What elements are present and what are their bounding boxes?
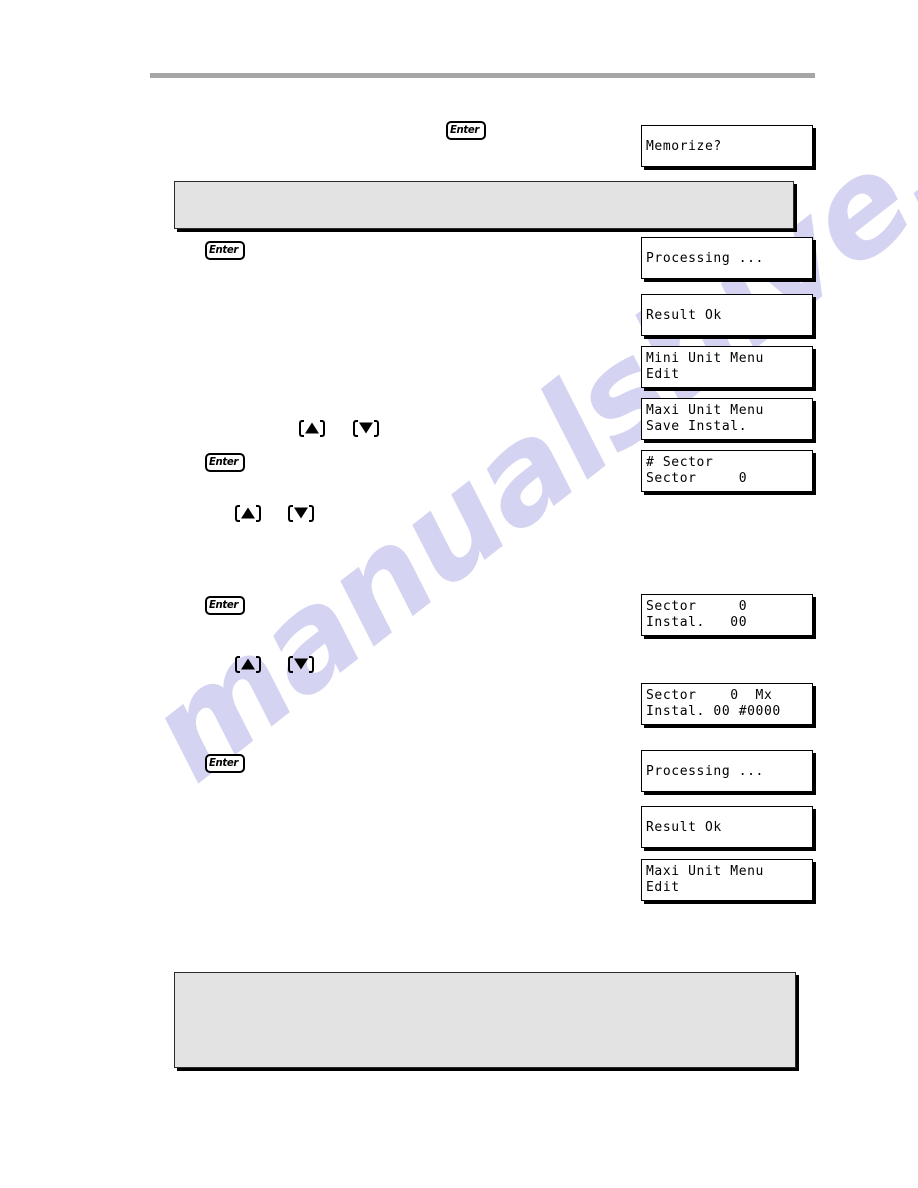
lcd-line-1: Maxi Unit Menu [646, 403, 764, 418]
lcd-display-maxi-unit-save-instal: Maxi Unit Menu Save Instal. [641, 398, 813, 440]
bracket-right-icon [256, 505, 261, 522]
lcd-display-processing-2: Processing ... [641, 750, 813, 792]
enter-key-button[interactable]: Enter [205, 754, 245, 773]
lcd-line-1: Result Ok [646, 308, 722, 323]
enter-key-label: Enter [209, 455, 238, 468]
lcd-line-2: Edit [646, 880, 680, 895]
arrow-down-key-button[interactable] [288, 656, 314, 673]
lcd-line-2: Sector 0 [646, 471, 748, 486]
arrow-up-key-button[interactable] [235, 656, 261, 673]
arrow-down-key-button[interactable] [353, 420, 379, 437]
enter-key-label: Enter [209, 756, 238, 769]
lcd-display-sector-instal-mx: Sector 0 Mx Instal. 00 #0000 [641, 683, 813, 725]
bracket-left-icon [235, 505, 240, 522]
manual-page: manualshive.com Enter Enter Enter Enter [0, 0, 918, 1188]
lcd-display-processing: Processing ... [641, 237, 813, 279]
enter-key-label: Enter [209, 598, 238, 611]
bracket-left-icon [288, 656, 293, 673]
lcd-line-1: Memorize? [646, 139, 722, 154]
enter-key-button[interactable]: Enter [205, 596, 245, 615]
enter-key-label: Enter [209, 243, 238, 256]
bracket-right-icon [374, 420, 379, 437]
enter-key-label: Enter [450, 123, 479, 136]
lcd-display-memorize: Memorize? [641, 125, 813, 167]
header-rule [150, 73, 815, 78]
note-box-text [175, 973, 795, 985]
lcd-line-1: Sector 0 Mx [646, 688, 773, 703]
bracket-left-icon [235, 656, 240, 673]
triangle-down-icon [294, 507, 308, 518]
enter-key-button[interactable]: Enter [446, 121, 486, 140]
lcd-line-2: Save Instal. [646, 419, 748, 434]
lcd-display-sector-instal: Sector 0 Instal. 00 [641, 594, 813, 636]
note-box [174, 181, 794, 229]
note-box [174, 972, 796, 1068]
triangle-up-icon [241, 507, 255, 518]
lcd-line-1: Sector 0 [646, 599, 748, 614]
bracket-right-icon [309, 656, 314, 673]
triangle-down-icon [294, 658, 308, 669]
triangle-up-icon [305, 422, 319, 433]
arrow-down-key-button[interactable] [288, 505, 314, 522]
bracket-right-icon [320, 420, 325, 437]
note-box-text [175, 182, 793, 194]
bracket-left-icon [299, 420, 304, 437]
lcd-display-maxi-unit-edit: Maxi Unit Menu Edit [641, 859, 813, 901]
enter-key-button[interactable]: Enter [205, 453, 245, 472]
bracket-left-icon [353, 420, 358, 437]
triangle-down-icon [359, 422, 373, 433]
lcd-display-result-ok: Result Ok [641, 294, 813, 336]
lcd-display-result-ok-2: Result Ok [641, 806, 813, 848]
enter-key-button[interactable]: Enter [205, 241, 245, 260]
lcd-line-2: Instal. 00 [646, 615, 748, 630]
bracket-left-icon [288, 505, 293, 522]
lcd-line-2: Edit [646, 367, 680, 382]
lcd-line-1: Maxi Unit Menu [646, 864, 764, 879]
lcd-line-1: Result Ok [646, 820, 722, 835]
lcd-line-1: # Sector [646, 455, 714, 470]
lcd-line-1: Mini Unit Menu [646, 351, 764, 366]
lcd-display-sector-count: # Sector Sector 0 [641, 450, 813, 492]
lcd-line-1: Processing ... [646, 764, 764, 779]
arrow-up-key-button[interactable] [299, 420, 325, 437]
triangle-up-icon [241, 658, 255, 669]
lcd-line-2: Instal. 00 #0000 [646, 704, 781, 719]
arrow-up-key-button[interactable] [235, 505, 261, 522]
lcd-line-1: Processing ... [646, 251, 764, 266]
bracket-right-icon [256, 656, 261, 673]
lcd-display-mini-unit-menu: Mini Unit Menu Edit [641, 346, 813, 388]
bracket-right-icon [309, 505, 314, 522]
